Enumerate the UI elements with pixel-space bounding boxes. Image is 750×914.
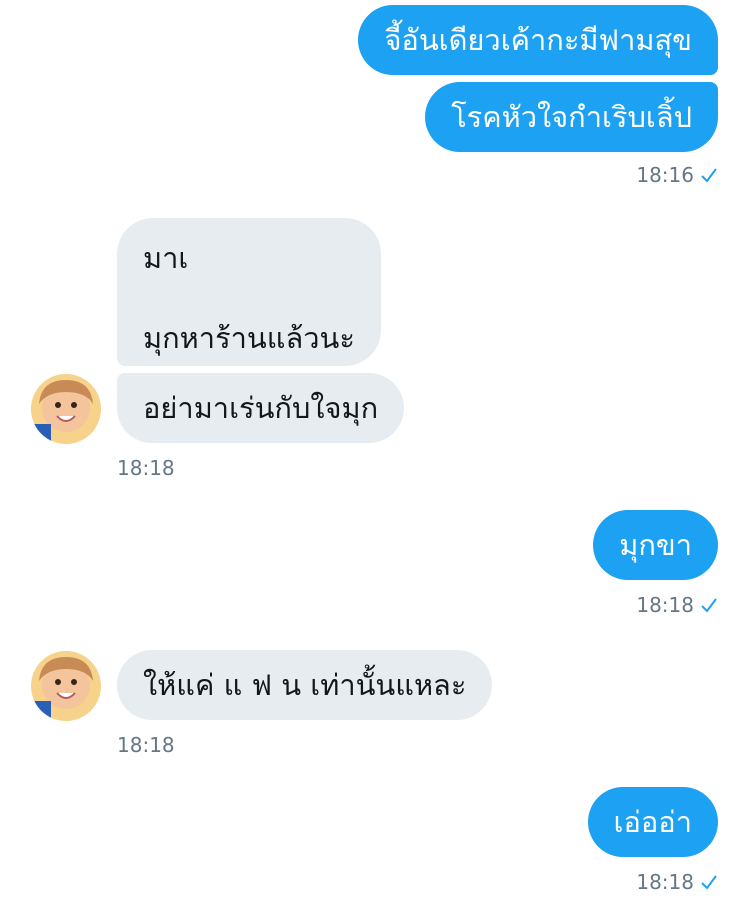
timestamp-text: 18:16 xyxy=(636,163,694,187)
message-text: ให้แค่ แ ฟ น เท่านั้นแหละ xyxy=(143,668,467,702)
message-text: โรคหัวใจกำเริบเลิ้ป xyxy=(451,100,692,134)
avatar[interactable] xyxy=(31,651,101,721)
avatar[interactable] xyxy=(31,374,101,444)
message-timestamp: 18:16 xyxy=(636,163,718,187)
timestamp-text: 18:18 xyxy=(117,733,175,757)
message-text: เอ่ออ่า xyxy=(613,805,692,839)
sent-message-bubble[interactable]: โรคหัวใจกำเริบเลิ้ป xyxy=(425,82,718,152)
sent-message-bubble[interactable]: เอ่ออ่า xyxy=(587,787,718,857)
message-timestamp: 18:18 xyxy=(117,456,175,480)
message-text: จี้อันเดียวเค้ากะมีฟามสุข xyxy=(384,23,692,57)
message-text-line: มุกหาร้านแล้วนะ xyxy=(143,321,355,355)
check-icon xyxy=(701,598,717,613)
timestamp-text: 18:18 xyxy=(117,456,175,480)
received-message-bubble[interactable]: ให้แค่ แ ฟ น เท่านั้นแหละ xyxy=(117,650,493,720)
check-icon xyxy=(701,168,717,183)
timestamp-text: 18:18 xyxy=(636,593,694,617)
message-timestamp: 18:18 xyxy=(117,733,175,757)
received-message-bubble[interactable]: มาเ มุกหาร้านแล้วนะ xyxy=(117,218,381,366)
timestamp-text: 18:18 xyxy=(636,870,694,894)
sent-message-bubble[interactable]: จี้อันเดียวเค้ากะมีฟามสุข xyxy=(358,5,718,75)
message-timestamp: 18:18 xyxy=(636,870,718,894)
sent-message-bubble[interactable]: มุกขา xyxy=(593,510,718,580)
avatar-image xyxy=(31,651,101,721)
message-timestamp: 18:18 xyxy=(636,593,718,617)
message-text: อย่ามาเร่นกับใจมุก xyxy=(143,391,379,425)
received-message-bubble[interactable]: อย่ามาเร่นกับใจมุก xyxy=(117,373,405,443)
message-text-line: มาเ xyxy=(143,241,189,275)
message-text: มุกขา xyxy=(619,528,692,562)
avatar-image xyxy=(31,374,101,444)
check-icon xyxy=(701,875,717,890)
